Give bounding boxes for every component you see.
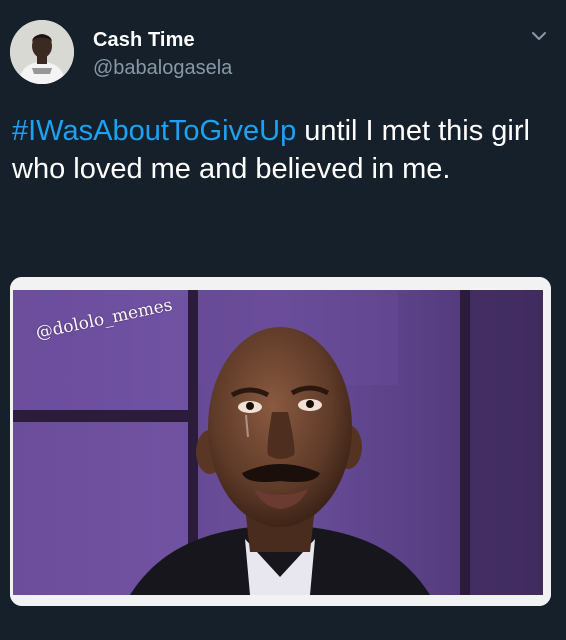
display-name[interactable]: Cash Time (93, 29, 195, 52)
tweet-text: #IWasAboutToGiveUp until I met this girl… (12, 112, 552, 188)
avatar[interactable] (10, 20, 74, 84)
avatar-image (10, 20, 74, 84)
chevron-down-icon[interactable] (527, 26, 551, 46)
hashtag-link[interactable]: #IWasAboutToGiveUp (12, 115, 296, 147)
user-handle[interactable]: @babalogasela (93, 57, 232, 80)
tweet-card: Cash Time @babalogasela #IWasAboutToGive… (0, 0, 566, 640)
